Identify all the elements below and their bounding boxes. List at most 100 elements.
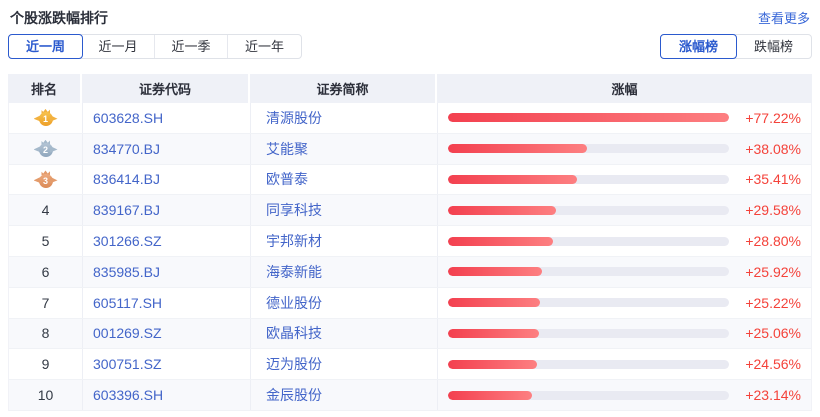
change-cell: +38.08% [438,134,811,164]
medal-wing-right [50,176,58,183]
change-bar-fill [448,206,556,215]
board-tab-1[interactable]: 涨幅榜 [660,34,737,59]
stock-code-link[interactable]: 834770.BJ [83,134,251,164]
change-bar-track [448,237,729,246]
rank-cell: 1 [9,103,83,133]
table-row[interactable]: 1 603628.SH清源股份 +77.22% [9,103,811,134]
column-header-name: 证券简称 [250,74,437,103]
stock-name-link[interactable]: 德业股份 [251,288,438,318]
rank-cell: 10 [9,380,83,410]
period-tab-4[interactable]: 近一年 [228,35,301,58]
stock-name-link[interactable]: 欧普泰 [251,165,438,195]
table-row[interactable]: 8001269.SZ欧晶科技 +25.06% [9,319,811,350]
change-bar-fill [448,113,729,122]
period-tab-1[interactable]: 近一周 [8,34,83,59]
stock-code-link[interactable]: 836414.BJ [83,165,251,195]
change-bar-track [448,298,729,307]
table-body: 1 603628.SH清源股份 +77.22% 2834770.BJ艾能聚+38.08… [8,103,812,411]
change-bar-track [448,144,729,153]
change-value: +25.06% [737,325,801,341]
change-bar-track [448,360,729,369]
controls-row: 近一周近一月近一季近一年 涨幅榜跌幅榜 [8,34,812,59]
table-row[interactable]: 3 836414.BJ欧普泰 +35.41% [9,165,811,196]
rank-cell: 5 [9,226,83,256]
period-tab-group: 近一周近一月近一季近一年 [8,34,302,59]
table-row[interactable]: 9300751.SZ迈为股份 +24.56% [9,349,811,380]
rank-cell: 8 [9,319,83,349]
panel-header: 个股涨跌幅排行 查看更多 [0,0,820,26]
change-bar-fill [448,237,553,246]
rank-cell: 4 [9,195,83,225]
column-header-change: 涨幅 [437,74,812,103]
stock-code-link[interactable]: 603396.SH [83,380,251,410]
change-bar-fill [448,267,542,276]
stock-code-link[interactable]: 839167.BJ [83,195,251,225]
stock-code-link[interactable]: 301266.SZ [83,226,251,256]
page-title: 个股涨跌幅排行 [10,8,108,28]
table-row[interactable]: 7605117.SH德业股份 +25.22% [9,288,811,319]
view-more-link[interactable]: 查看更多 [758,8,810,27]
stock-name-link[interactable]: 海泰新能 [251,257,438,287]
stock-name-link[interactable]: 清源股份 [251,103,438,133]
stock-name-link[interactable]: 金辰股份 [251,380,438,410]
change-bar-track [448,206,729,215]
change-bar-fill [448,144,587,153]
change-bar-track [448,175,729,184]
change-cell: +25.22% [438,288,811,318]
change-value: +23.14% [737,387,801,403]
stock-code-link[interactable]: 603628.SH [83,103,251,133]
gold-medal-icon: 1 [33,109,59,127]
change-cell: +23.14% [438,380,811,410]
change-value: +77.22% [737,110,801,126]
bronze-medal-icon: 3 [33,170,59,188]
change-bar-fill [448,298,540,307]
column-header-code: 证券代码 [82,74,250,103]
change-cell: +24.56% [438,349,811,379]
table-row[interactable]: 4839167.BJ同享科技+29.58% [9,195,811,226]
stock-name-link[interactable]: 艾能聚 [251,134,438,164]
change-bar-track [448,329,729,338]
change-value: +35.41% [737,171,801,187]
change-bar-track [448,113,729,122]
change-bar-fill [448,360,537,369]
change-value: +28.80% [737,233,801,249]
period-tab-2[interactable]: 近一月 [82,35,155,58]
change-bar-fill [448,175,577,184]
stock-name-link[interactable]: 同享科技 [251,195,438,225]
change-bar-track [448,391,729,400]
stock-code-link[interactable]: 605117.SH [83,288,251,318]
column-header-rank: 排名 [8,74,82,103]
change-cell: +25.92% [438,257,811,287]
stock-name-link[interactable]: 宇邦新材 [251,226,438,256]
stock-code-link[interactable]: 835985.BJ [83,257,251,287]
table-row[interactable]: 10603396.SH金辰股份 +23.14% [9,380,811,411]
stock-name-link[interactable]: 欧晶科技 [251,319,438,349]
table-row[interactable]: 5301266.SZ宇邦新材 +28.80% [9,226,811,257]
ranking-table: 排名 证券代码 证券简称 涨幅 1603628.SH清源股份+77.22%283… [8,74,812,411]
change-cell: +35.41% [438,165,811,195]
medal-wing-right [50,146,58,153]
board-tab-2[interactable]: 跌幅榜 [736,35,811,58]
rank-cell: 7 [9,288,83,318]
table-header: 排名 证券代码 证券简称 涨幅 [8,74,812,103]
medal-wing-right [50,115,58,122]
change-bar-fill [448,329,539,338]
rank-cell: 3 [9,165,83,195]
period-tab-3[interactable]: 近一季 [155,35,228,58]
rank-cell: 6 [9,257,83,287]
board-tab-group: 涨幅榜跌幅榜 [660,34,812,59]
change-value: +25.22% [737,295,801,311]
change-cell: +28.80% [438,226,811,256]
change-bar-track [448,267,729,276]
stock-code-link[interactable]: 001269.SZ [83,319,251,349]
rank-cell: 2 [9,134,83,164]
table-row[interactable]: 2834770.BJ艾能聚+38.08% [9,134,811,165]
change-cell: +29.58% [438,195,811,225]
stock-name-link[interactable]: 迈为股份 [251,349,438,379]
change-value: +25.92% [737,264,801,280]
change-bar-fill [448,391,532,400]
stock-code-link[interactable]: 300751.SZ [83,349,251,379]
rank-cell: 9 [9,349,83,379]
table-row[interactable]: 6835985.BJ海泰新能 +25.92% [9,257,811,288]
change-value: +24.56% [737,356,801,372]
